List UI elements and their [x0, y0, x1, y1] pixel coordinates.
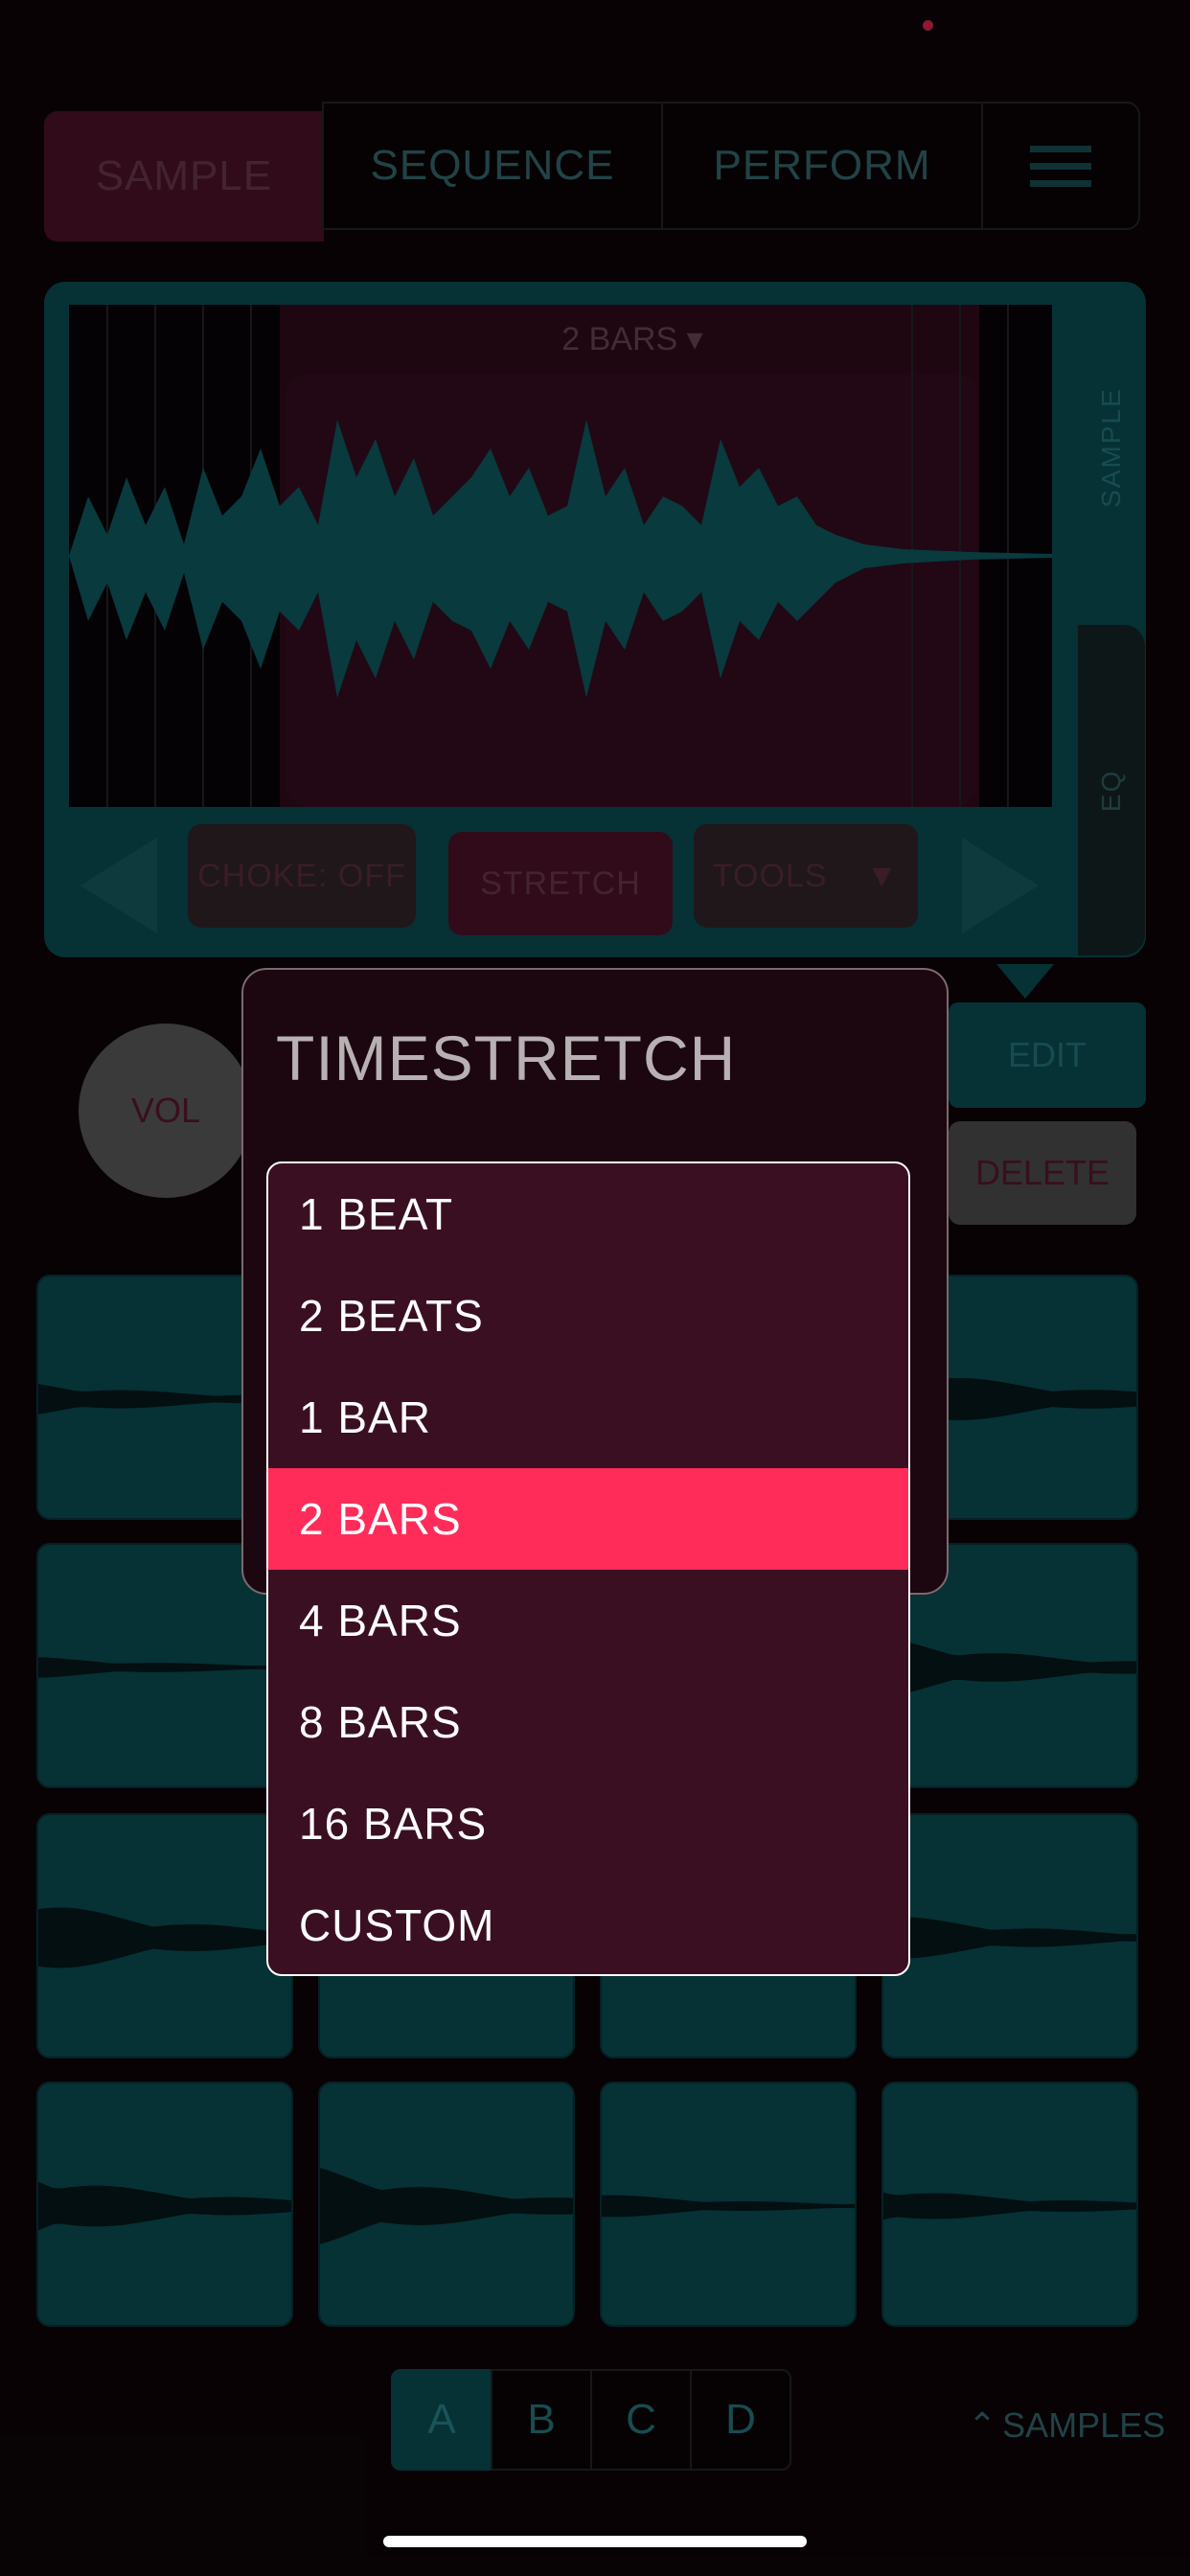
option-custom[interactable]: CUSTOM: [268, 1874, 908, 1974]
samples-drawer-toggle[interactable]: ⌃ SAMPLES: [968, 2405, 1165, 2446]
chevron-up-icon: ⌃: [968, 2405, 997, 2445]
pad-waveform-graphic: [883, 2192, 1136, 2220]
side-tab-eq-label: EQ: [1096, 769, 1126, 812]
edit-button[interactable]: EDIT: [949, 1002, 1146, 1108]
option-4-bars[interactable]: 4 BARS: [268, 1570, 908, 1671]
volume-knob-label: VOL: [130, 1091, 201, 1130]
pad-waveform-graphic: [38, 2181, 291, 2231]
delete-button[interactable]: DELETE: [949, 1121, 1136, 1225]
side-tab-sample-label: SAMPLE: [1096, 386, 1126, 508]
previous-arrow-icon[interactable]: [80, 838, 157, 933]
length-dropdown[interactable]: 2 BARS ▾: [537, 320, 728, 358]
stretch-button[interactable]: STRETCH: [448, 832, 673, 935]
option-2-beats[interactable]: 2 BEATS: [268, 1265, 908, 1367]
bank-c-button[interactable]: C: [590, 2369, 692, 2471]
bank-selector: A B C D: [391, 2369, 793, 2474]
tools-label: TOOLS: [712, 857, 828, 894]
pad-waveform-graphic: [320, 2168, 573, 2244]
sample-pad[interactable]: [881, 2082, 1138, 2327]
length-label: 2 BARS: [561, 321, 678, 357]
tab-sample[interactable]: SAMPLE: [44, 111, 324, 242]
top-tab-bar: SAMPLE SEQUENCE PERFORM: [44, 102, 1140, 242]
sample-pad[interactable]: [36, 1813, 293, 2058]
status-indicator-dot: [923, 20, 933, 31]
edit-pointer: [996, 964, 1054, 999]
option-16-bars[interactable]: 16 BARS: [268, 1773, 908, 1874]
side-tab-sample[interactable]: SAMPLE: [1078, 282, 1145, 612]
pad-waveform-graphic: [883, 1917, 1136, 1959]
hamburger-menu-icon: [1030, 135, 1091, 197]
bank-a-button[interactable]: A: [391, 2369, 492, 2471]
home-indicator: [383, 2536, 807, 2547]
timestretch-dropdown-list: 1 BEAT 2 BEATS 1 BAR 2 BARS 4 BARS 8 BAR…: [266, 1162, 910, 1976]
caret-down-icon: ▾: [686, 321, 703, 357]
tab-sequence[interactable]: SEQUENCE: [322, 102, 663, 230]
option-1-beat[interactable]: 1 BEAT: [268, 1163, 908, 1265]
volume-knob[interactable]: VOL: [79, 1024, 253, 1198]
bank-b-button[interactable]: B: [491, 2369, 592, 2471]
sample-pad[interactable]: [881, 1813, 1138, 2058]
modal-title: TIMESTRETCH: [276, 1023, 737, 1093]
sample-pad[interactable]: [318, 2082, 575, 2327]
tools-button[interactable]: TOOLS ▼: [694, 824, 918, 928]
option-1-bar[interactable]: 1 BAR: [268, 1367, 908, 1468]
tab-perform[interactable]: PERFORM: [661, 102, 983, 230]
side-tab-eq[interactable]: EQ: [1078, 625, 1145, 955]
next-arrow-icon[interactable]: [962, 838, 1039, 933]
sample-pad[interactable]: [600, 2082, 857, 2327]
option-2-bars-selected[interactable]: 2 BARS: [268, 1468, 908, 1570]
option-8-bars[interactable]: 8 BARS: [268, 1671, 908, 1773]
pad-waveform-graphic: [602, 2195, 855, 2218]
sample-pad[interactable]: [36, 2082, 293, 2327]
waveform-graphic: [69, 305, 1052, 807]
choke-button[interactable]: CHOKE: OFF: [188, 824, 416, 928]
samples-link-label: SAMPLES: [1002, 2405, 1166, 2445]
caret-down-icon: ▼: [865, 857, 900, 894]
menu-button[interactable]: [981, 102, 1140, 230]
bank-d-button[interactable]: D: [690, 2369, 791, 2471]
pad-waveform-graphic: [38, 1907, 291, 1968]
